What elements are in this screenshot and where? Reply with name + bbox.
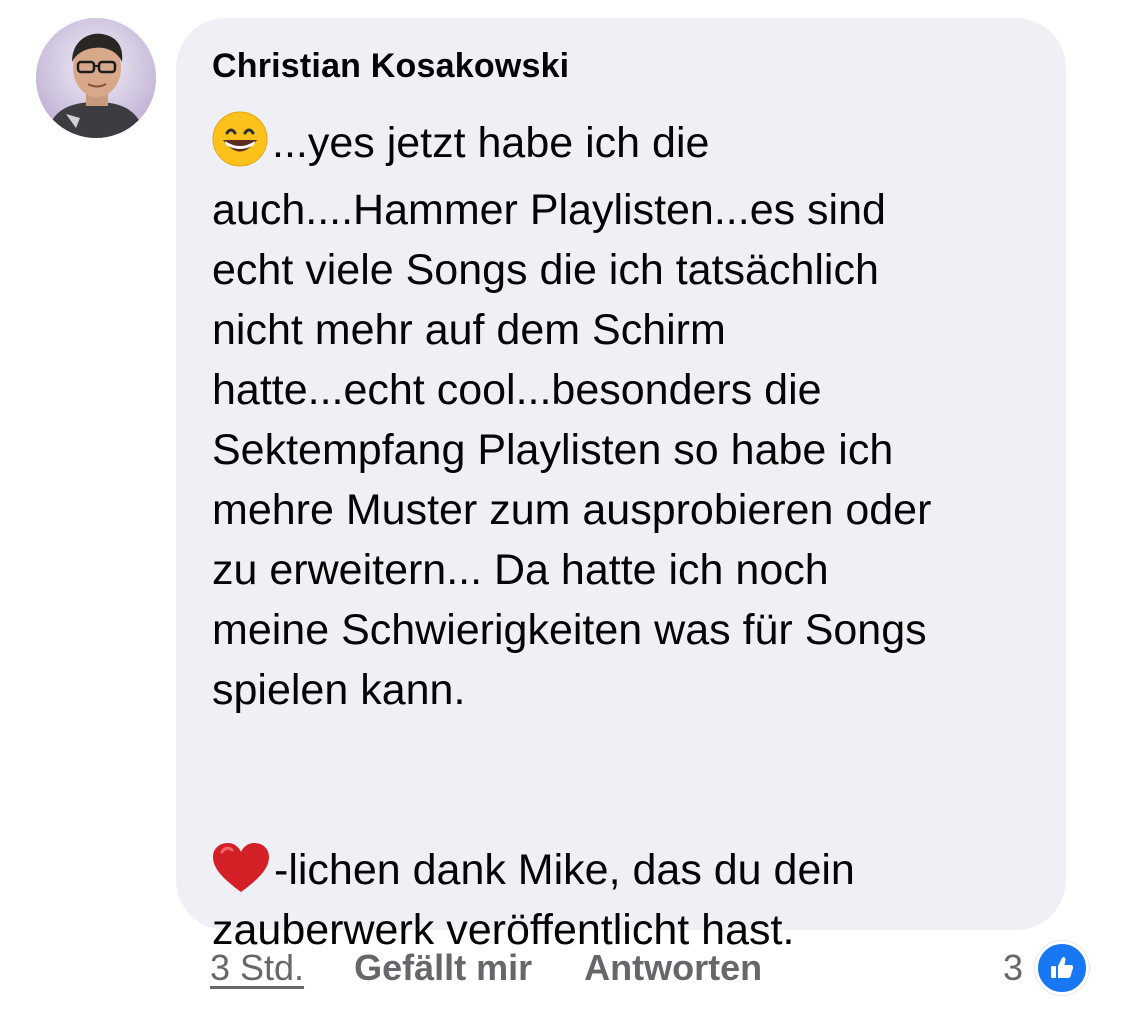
comment-line: meine Schwierigkeiten was für Songs — [212, 606, 927, 654]
comment-line: Sektempfang Playlisten so habe ich — [212, 426, 894, 474]
comment-timestamp-link[interactable]: 3 Std. — [210, 947, 304, 989]
grinning-face-emoji-icon — [212, 111, 268, 167]
comment-line: spielen kann. — [212, 666, 466, 714]
comment-line: nicht mehr auf dem Schirm — [212, 306, 726, 354]
comment-author-name[interactable]: Christian Kosakowski — [212, 42, 1036, 90]
red-heart-emoji-icon — [212, 842, 270, 894]
comment-line: auch....Hammer Playlisten...es sind — [212, 186, 886, 234]
comment-actions: 3 Std. Gefällt mir Antworten — [210, 940, 762, 996]
comment-body: ...yes jetzt habe ich die auch....Hammer… — [212, 106, 1036, 960]
paragraph-break — [212, 720, 1036, 840]
like-button[interactable]: Gefällt mir — [354, 947, 532, 989]
author-avatar[interactable] — [36, 18, 156, 138]
comment-line-text: -lichen dank Mike, das du dein — [274, 846, 855, 894]
thumbs-up-icon — [1035, 941, 1089, 995]
reaction-summary[interactable]: 3 — [1003, 940, 1089, 996]
comment-line: ...yes jetzt habe ich die — [212, 106, 1036, 180]
comment-line-text: ...yes jetzt habe ich die — [272, 119, 710, 167]
comment-line: mehre Muster zum ausprobieren oder — [212, 486, 932, 534]
reaction-count: 3 — [1002, 947, 1023, 988]
reply-button[interactable]: Antworten — [584, 947, 762, 989]
comment-bubble: Christian Kosakowski ...yes jetzt habe i… — [176, 18, 1066, 954]
comment-line: zu erweitern... Da hatte ich noch — [212, 546, 829, 594]
comment-line: echt viele Songs die ich tatsächlich — [212, 246, 879, 294]
comment-line: -lichen dank Mike, das du dein — [212, 840, 1036, 900]
comment-line: hatte...echt cool...besonders die — [212, 366, 822, 414]
